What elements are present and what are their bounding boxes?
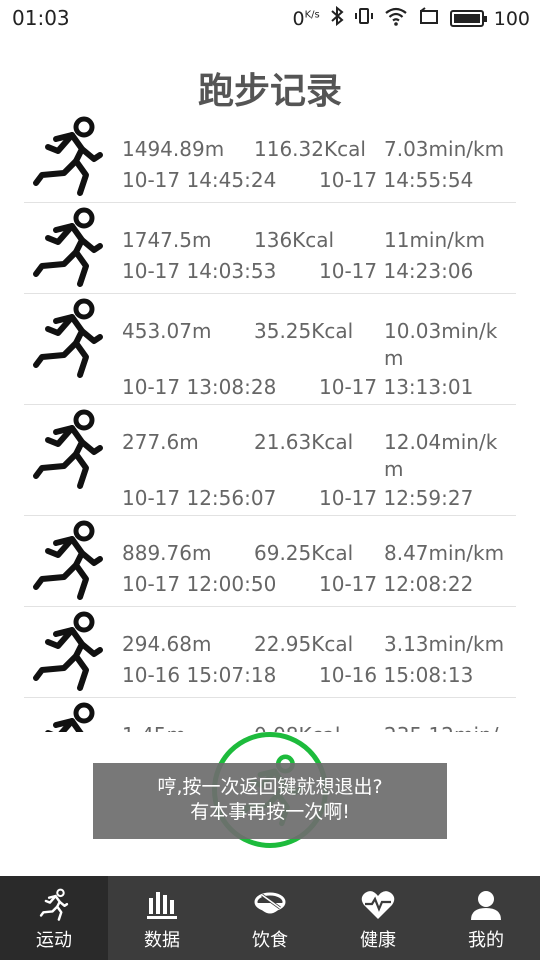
run-calories: 69.25Kcal	[254, 541, 354, 565]
run-start-time: 10-17 14:03:53	[122, 259, 277, 283]
list-item[interactable]: 453.07m 35.25Kcal 10.03min/km 10-17 13:0…	[24, 294, 516, 405]
heart-pulse-icon	[360, 888, 396, 922]
food-bowl-icon	[252, 888, 288, 922]
run-start-time: 10-17 13:08:28	[122, 375, 277, 399]
run-calories: 136Kcal	[254, 228, 335, 252]
nav-item-diet[interactable]: 饮食	[216, 876, 324, 960]
run-end-time: 10-17 12:59:27	[319, 486, 474, 510]
run-pace: 235.12min/	[384, 722, 512, 732]
toast-line-1: 哼,按一次返回键就想退出?	[157, 776, 383, 798]
nav-item-profile[interactable]: 我的	[432, 876, 540, 960]
run-list[interactable]: 1494.89m 116.32Kcal 7.03min/km 10-17 14:…	[24, 112, 516, 732]
nav-item-data[interactable]: 数据	[108, 876, 216, 960]
run-end-time: 10-17 14:23:06	[319, 259, 474, 283]
list-item[interactable]: 1494.89m 116.32Kcal 7.03min/km 10-17 14:…	[24, 112, 516, 203]
screen-rotate-icon	[418, 7, 440, 30]
list-item[interactable]: 1747.5m 136Kcal 11min/km 10-17 14:03:53 …	[24, 203, 516, 294]
run-end-time: 10-16 15:08:13	[319, 663, 474, 687]
nav-label: 运动	[36, 930, 72, 951]
status-icons: 0K/s 100	[292, 5, 530, 31]
nav-label: 我的	[468, 930, 504, 951]
run-calories: 35.25Kcal	[254, 319, 354, 343]
status-time: 01:03	[12, 6, 70, 30]
run-pace: 10.03min/km	[384, 319, 498, 370]
run-pace: 11min/km	[384, 228, 485, 252]
running-icon	[36, 888, 72, 922]
bar-chart-icon	[144, 888, 180, 922]
run-end-time: 10-17 14:55:54	[319, 168, 474, 192]
run-pace: 7.03min/km	[384, 137, 505, 161]
run-start-time: 10-17 12:56:07	[122, 486, 277, 510]
run-start-time: 10-17 12:00:50	[122, 572, 277, 596]
wifi-icon	[384, 6, 408, 31]
nav-item-sport[interactable]: 运动	[0, 876, 108, 960]
list-item[interactable]: 277.6m 21.63Kcal 12.04min/km 10-17 12:56…	[24, 405, 516, 516]
run-pace: 12.04min/km	[384, 430, 498, 481]
run-distance: 277.6m	[122, 430, 199, 454]
run-pace: 3.13min/km	[384, 632, 505, 656]
battery-icon	[449, 10, 487, 27]
run-distance: 889.76m	[122, 541, 212, 565]
page-title: 跑步记录	[197, 71, 342, 112]
run-distance: 1494.89m	[122, 137, 225, 161]
user-icon	[468, 888, 504, 922]
nav-label: 数据	[144, 930, 180, 951]
run-start-time: 10-17 14:45:24	[122, 168, 277, 192]
running-icon	[28, 297, 108, 381]
running-icon	[28, 610, 108, 694]
run-calories: 21.63Kcal	[254, 430, 354, 454]
nav-item-health[interactable]: 健康	[324, 876, 432, 960]
running-icon	[28, 519, 108, 603]
run-distance: 294.68m	[122, 632, 212, 656]
running-icon	[28, 206, 108, 290]
list-item[interactable]: 1.45m 0.08Kcal 235.12min/	[24, 698, 516, 732]
list-item[interactable]: 889.76m 69.25Kcal 8.47min/km 10-17 12:00…	[24, 516, 516, 607]
run-calories: 0.08Kcal	[254, 722, 340, 732]
toast-line-2: 有本事再按一次啊!	[190, 801, 350, 823]
nav-label: 健康	[360, 930, 396, 951]
exit-toast: 哼,按一次返回键就想退出? 有本事再按一次啊!	[93, 763, 447, 839]
run-pace: 8.47min/km	[384, 541, 505, 565]
run-distance: 1.45m	[122, 722, 186, 732]
vibrate-icon	[354, 6, 374, 31]
list-item[interactable]: 294.68m 22.95Kcal 3.13min/km 10-16 15:07…	[24, 607, 516, 698]
run-start-time: 10-16 15:07:18	[122, 663, 277, 687]
run-calories: 22.95Kcal	[254, 632, 354, 656]
run-calories: 116.32Kcal	[254, 137, 366, 161]
running-icon	[28, 408, 108, 492]
nav-label: 饮食	[252, 930, 288, 951]
running-icon	[28, 115, 108, 199]
run-distance: 453.07m	[122, 319, 212, 343]
status-bar: 01:03 0K/s 100	[0, 0, 540, 38]
run-end-time: 10-17 13:13:01	[319, 375, 474, 399]
bluetooth-icon	[330, 5, 344, 31]
run-end-time: 10-17 12:08:22	[319, 572, 474, 596]
run-distance: 1747.5m	[122, 228, 212, 252]
bottom-nav: 运动 数据 饮食 健康 我的	[0, 876, 540, 960]
battery-level: 100	[493, 7, 530, 30]
running-icon	[28, 701, 108, 732]
net-speed: 0K/s	[292, 7, 320, 30]
